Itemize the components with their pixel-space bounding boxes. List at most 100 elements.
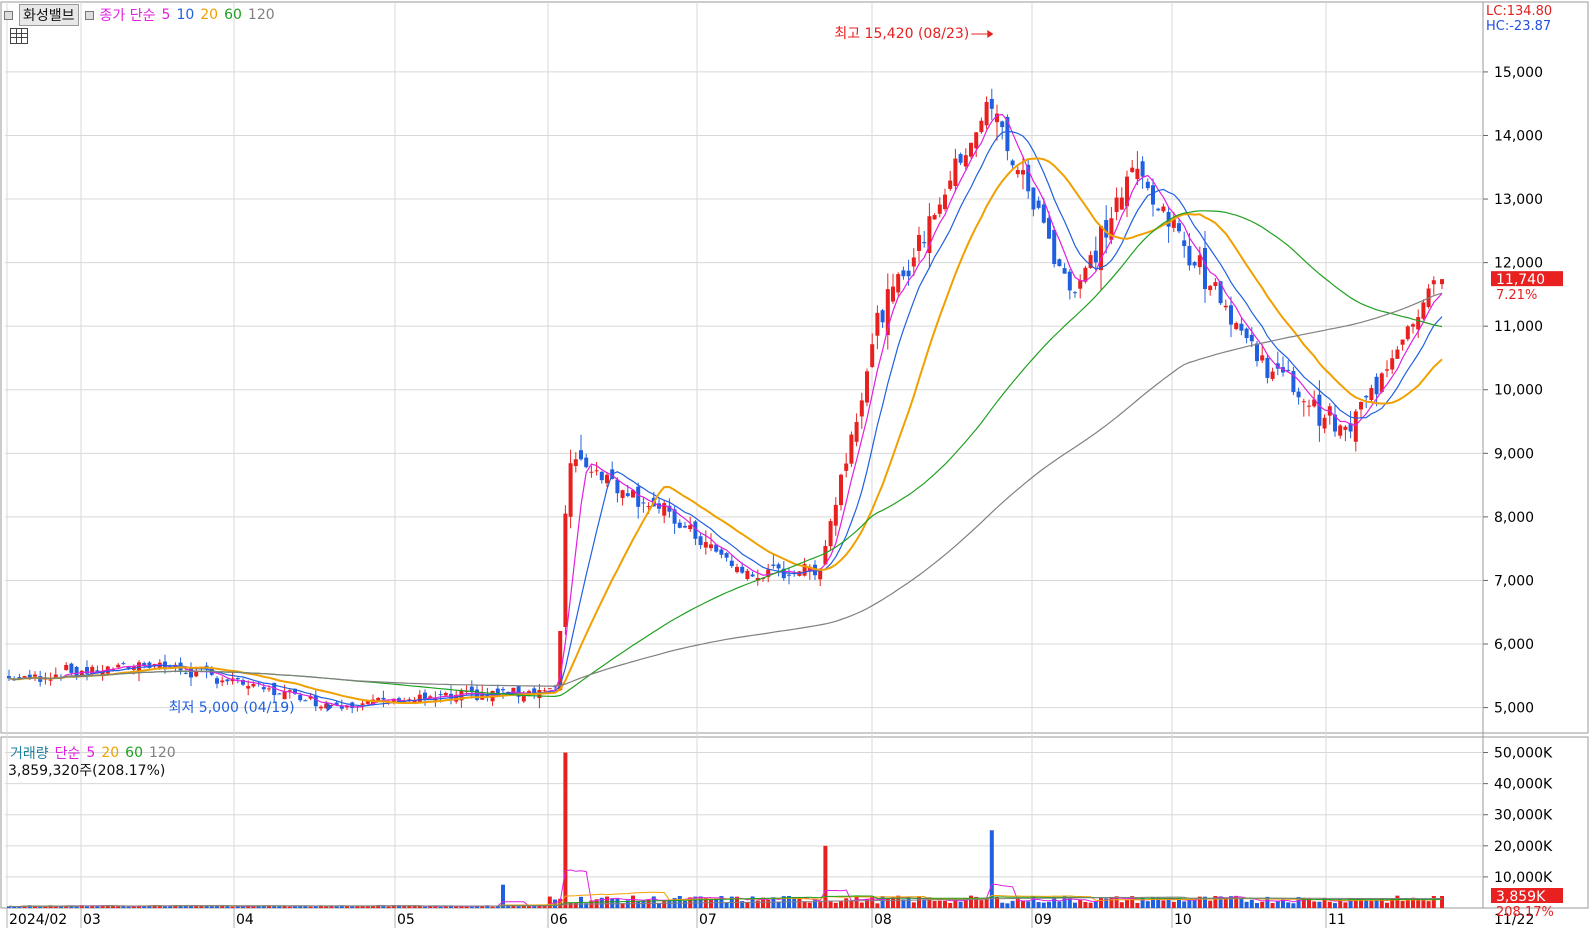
x-tick-label: 2024/02 [9,912,67,928]
candle-body [360,703,365,705]
volume-bar [272,906,277,908]
candle-body [376,698,381,701]
volume-bar [126,906,131,908]
candle-body [64,664,69,671]
volume-bar [43,906,48,908]
candle-body [313,695,318,707]
lc-value: LC:134.80 [1486,4,1553,19]
candle-body [605,474,609,484]
volume-bar [350,906,355,908]
candle-body [839,474,843,506]
ma-period-20: 20 [200,7,219,23]
last-volume-label: 3,859K [1496,889,1546,905]
candle-body [729,560,734,567]
candle-body [709,544,713,549]
hc-value: HC:-23.87 [1486,19,1552,34]
candle-body [974,132,979,149]
volume-bar [1421,900,1426,908]
candle-body [948,180,953,189]
volume-bar [1073,902,1077,908]
volume-bar [839,901,843,908]
volume-bar [906,897,911,908]
volume-bar [1052,897,1057,908]
candle-body [183,672,188,674]
volume-bar [1239,897,1244,908]
candle-body [235,678,240,680]
candle-body [501,689,505,691]
volume-bar [662,901,667,908]
volume-ma-period-120: 120 [148,745,176,761]
candle-body [443,692,448,696]
candle-body [521,696,526,702]
ma-toggle-icon[interactable] [84,10,94,20]
candle-body [48,679,53,681]
last-price-label: 11,740 [1496,272,1545,288]
candle-body [121,663,126,665]
candle-body [1187,246,1192,266]
candle-body [698,536,703,546]
volume-bar [423,906,427,908]
candle-body [1114,197,1119,213]
candle-body [1119,197,1124,210]
volume-bar [1286,902,1291,908]
volume-bar [807,902,812,908]
volume-bar [1440,896,1444,908]
candle-body [719,549,724,555]
candle-body [1364,395,1369,398]
candle-body [599,471,604,481]
volume-bar [287,906,292,908]
volume-current: 3,859,320주(208.17%) [8,763,166,779]
last-volume-ratio: 208.17% [1496,905,1554,920]
volume-bar [755,900,760,908]
candle-body [319,706,323,709]
volume-tick-label: 20,000K [1494,839,1553,855]
candle-body [1151,185,1155,205]
volume-bar [677,895,682,908]
volume-bar [1400,900,1405,908]
volume-bar [885,898,890,908]
volume-bar [870,896,875,908]
candle-body [724,553,729,558]
volume-bar [1395,895,1400,908]
candle-body [1353,411,1358,442]
volume-tick-label: 30,000K [1494,808,1553,824]
candle-body [1270,371,1275,379]
last-change-label: 7.21% [1496,288,1537,303]
volume-bar [563,752,568,908]
volume-bar [1431,896,1436,908]
candle-body [688,525,693,530]
candle-body [1260,355,1265,361]
candle-body [1140,161,1145,177]
candle-body [1036,200,1041,208]
candle-body [1301,401,1306,403]
ma-line-5 [8,113,1443,708]
candle-body [901,270,906,277]
volume-bar [859,902,864,908]
ma-period-5: 5 [161,7,171,23]
stock-name[interactable]: 화성밸브 [19,4,79,26]
price-header: 화성밸브 종가 단순 5 10 20 60 120 [4,4,275,26]
candle-body [1440,279,1444,285]
candle-body [859,400,864,417]
candle-body [298,694,303,701]
ma-line-120 [8,292,1443,687]
volume-bar [464,906,469,908]
candle-body [969,142,973,157]
stock-chart[interactable]: 2024/02 03 04 05 06 07 08 09 10 11 11/225,0006,000… [0,0,1589,947]
candle-body [833,504,838,526]
price-tick-label: 13,000 [1494,192,1543,208]
volume-bar [651,896,656,908]
volume-bar [506,906,511,908]
candle-body [849,434,854,464]
volume-bar [1036,902,1041,908]
volume-bar [922,899,927,908]
data-table-icon[interactable] [10,28,28,44]
panel-toggle-icon[interactable] [4,10,13,20]
volume-bar [225,906,230,908]
volume-panel [0,736,1589,909]
volume-bar [854,896,859,908]
candle-body [251,683,256,687]
candle-body [277,693,282,695]
volume-bar [1041,902,1046,908]
candle-body [1213,282,1218,286]
